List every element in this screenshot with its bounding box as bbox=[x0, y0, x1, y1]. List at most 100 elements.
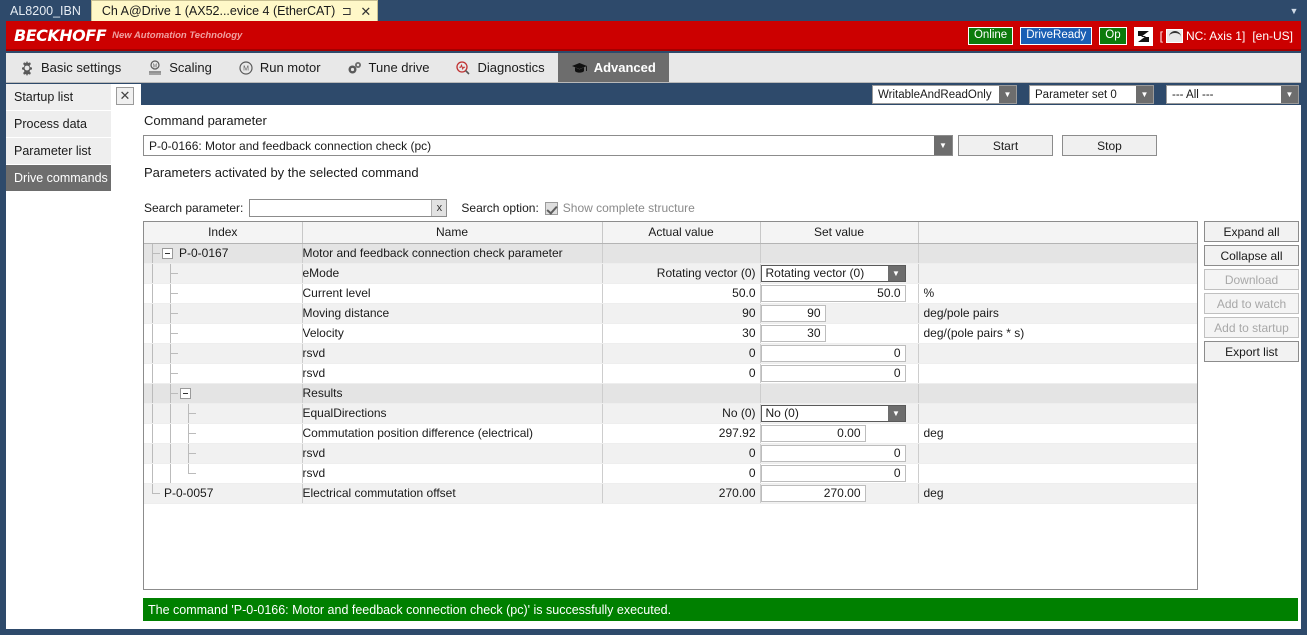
tab-run-motor[interactable]: M Run motor bbox=[225, 53, 334, 82]
tree-guide bbox=[162, 423, 180, 442]
cell-actual-value: 270.00 deg bbox=[601, 483, 760, 504]
chevron-down-icon: ▼ bbox=[887, 405, 905, 421]
chevron-down-icon[interactable]: ▼ bbox=[1287, 4, 1301, 18]
parameter-table[interactable]: Index Name Actual value Set value P-0-01… bbox=[143, 221, 1198, 590]
tree-guide bbox=[144, 283, 162, 302]
set-value-unit: deg/pole pairs bbox=[923, 306, 999, 320]
command-dropdown[interactable]: P-0-0166: Motor and feedback connection … bbox=[143, 135, 953, 156]
status-bar-message: The command 'P-0-0166: Motor and feedbac… bbox=[148, 602, 672, 617]
table-row[interactable]: Moving distance90deg/pole pairs90deg/pol… bbox=[144, 303, 1197, 324]
beckhoff-tagline: New Automation Technology bbox=[112, 29, 243, 41]
export-list-button[interactable]: Export list bbox=[1204, 341, 1299, 362]
add-to-startup-button: Add to startup bbox=[1204, 317, 1299, 338]
column-header-name[interactable]: Name bbox=[302, 222, 603, 244]
set-value-input[interactable]: 0.00 bbox=[761, 424, 866, 442]
set-value-input[interactable]: 0 bbox=[761, 364, 906, 382]
filter-group-dropdown[interactable]: --- All --- ▼ bbox=[1166, 85, 1299, 104]
cell-name: EqualDirections bbox=[301, 403, 602, 424]
close-icon[interactable]: ✕ bbox=[116, 87, 134, 105]
collapse-all-button[interactable]: Collapse all bbox=[1204, 245, 1299, 266]
status-indicator-group: Online DriveReady Op [ NC: Axis 1] [en-U… bbox=[967, 21, 1293, 51]
expand-all-button[interactable]: Expand all bbox=[1204, 221, 1299, 242]
cell-index bbox=[144, 383, 302, 404]
cell-index bbox=[144, 463, 302, 484]
actual-value-text: Rotating vector (0) bbox=[656, 266, 756, 280]
cell-unit: deg/pole pairs bbox=[917, 303, 1197, 324]
chevron-down-icon: ▼ bbox=[1136, 86, 1153, 103]
table-row[interactable]: eMode Rotating vector (0) Rotating vector … bbox=[144, 263, 1197, 284]
document-tab-al8200[interactable]: AL8200_IBN bbox=[0, 0, 91, 21]
table-row[interactable]: rsvd 0 0 bbox=[144, 443, 1197, 464]
table-row[interactable]: Results bbox=[144, 383, 1197, 404]
table-row[interactable]: Commutation position difference (electri… bbox=[144, 423, 1197, 444]
search-input[interactable] bbox=[250, 200, 432, 216]
set-value-input[interactable]: 30 bbox=[761, 324, 826, 342]
nc-axis-label: NC: Axis 1] bbox=[1185, 29, 1246, 43]
filter-parameter-set-dropdown[interactable]: Parameter set 0 ▼ bbox=[1029, 85, 1154, 104]
actual-value-text: 50.0 bbox=[732, 286, 756, 300]
start-button[interactable]: Start bbox=[958, 135, 1053, 156]
column-header-set-value[interactable]: Set value bbox=[760, 222, 919, 244]
actual-value-text: 297.92 bbox=[718, 426, 756, 440]
table-row[interactable]: rsvd 0 0 bbox=[144, 343, 1197, 364]
sidebar-item-process-data[interactable]: Process data bbox=[6, 111, 111, 138]
table-row[interactable]: Current level50.0%50.0% bbox=[144, 283, 1197, 304]
cell-actual-value: Rotating vector (0) bbox=[601, 263, 760, 284]
cell-index bbox=[144, 323, 302, 344]
tree-collapse-icon[interactable] bbox=[180, 387, 191, 399]
set-value-input[interactable]: 0 bbox=[761, 464, 906, 482]
chevron-down-icon: ▼ bbox=[999, 86, 1016, 103]
tab-scaling[interactable]: M Scaling bbox=[134, 53, 225, 82]
set-value-input[interactable]: 50.0 bbox=[761, 284, 906, 302]
table-row[interactable]: P-0-0167 Motor and feedback connection ch… bbox=[144, 243, 1197, 264]
document-tab-drive1[interactable]: Ch A@Drive 1 (AX52...evice 4 (EtherCAT) … bbox=[90, 0, 379, 21]
table-row[interactable]: rsvd 0 0 bbox=[144, 463, 1197, 484]
cell-actual-value: 90 deg/pole pairs bbox=[601, 303, 760, 324]
sidebar-item-drive-commands[interactable]: Drive commands bbox=[6, 165, 111, 192]
show-complete-structure-checkbox[interactable] bbox=[544, 201, 558, 215]
set-value-dropdown[interactable]: No (0) ▼ bbox=[761, 404, 906, 422]
table-action-buttons: Expand all Collapse all Download Add to … bbox=[1204, 221, 1299, 362]
actual-value-text: No (0) bbox=[722, 406, 756, 420]
set-value-input[interactable]: 270.00 bbox=[761, 484, 866, 502]
column-header-actual-value[interactable]: Actual value bbox=[602, 222, 761, 244]
tree-guide bbox=[162, 383, 180, 402]
table-row[interactable]: P-0-0057 Electrical commutation offset 270… bbox=[144, 483, 1197, 504]
tab-advanced[interactable]: Advanced bbox=[557, 53, 669, 82]
chevron-down-icon: ▼ bbox=[934, 136, 952, 155]
cell-unit bbox=[917, 243, 1197, 264]
clear-search-icon[interactable]: x bbox=[431, 200, 447, 216]
tab-tune-drive[interactable]: Tune drive bbox=[334, 53, 443, 82]
nc-bracket-open: [ bbox=[1159, 29, 1163, 43]
cell-index bbox=[144, 443, 302, 464]
tree-collapse-icon[interactable] bbox=[162, 247, 173, 259]
cell-index bbox=[144, 263, 302, 284]
sidebar-item-startup-list[interactable]: Startup list bbox=[6, 84, 111, 111]
table-row[interactable]: EqualDirections No (0) No (0) ▼ bbox=[144, 403, 1197, 424]
cell-actual-value: 0 bbox=[601, 463, 760, 484]
column-header-index[interactable]: Index bbox=[144, 222, 303, 244]
stop-button[interactable]: Stop bbox=[1062, 135, 1157, 156]
column-header-extra[interactable] bbox=[918, 222, 1197, 244]
actual-value-unit: % bbox=[760, 284, 761, 298]
sidebar-item-parameter-list[interactable]: Parameter list bbox=[6, 138, 111, 165]
pin-icon[interactable]: ⊐ bbox=[339, 5, 354, 17]
filter-access-dropdown[interactable]: WritableAndReadOnly ▼ bbox=[872, 85, 1017, 104]
table-row[interactable]: Velocity30deg/(pole pairs * s)30deg/(pol… bbox=[144, 323, 1197, 344]
search-option-label: Search option: bbox=[461, 201, 539, 215]
tab-diagnostics[interactable]: Diagnostics bbox=[442, 53, 557, 82]
nc-axis-indicator: [ NC: Axis 1] bbox=[1159, 29, 1246, 43]
cell-name: rsvd bbox=[301, 443, 602, 464]
set-value-dropdown[interactable]: Rotating vector (0) ▼ bbox=[761, 264, 906, 282]
table-row[interactable]: rsvd 0 0 bbox=[144, 363, 1197, 384]
set-value-input[interactable]: 90 bbox=[761, 304, 826, 322]
terminal-icon[interactable] bbox=[1133, 26, 1153, 46]
cell-set-value: Rotating vector (0) ▼ bbox=[759, 263, 918, 284]
actual-value-text: 0 bbox=[748, 366, 756, 380]
index-text: P-0-0057 bbox=[164, 486, 214, 500]
set-value-input[interactable]: 0 bbox=[761, 444, 906, 462]
set-value-input[interactable]: 0 bbox=[761, 344, 906, 362]
tab-basic-settings[interactable]: Basic settings bbox=[6, 53, 134, 82]
close-icon[interactable]: ✕ bbox=[358, 5, 373, 18]
tab-label: Tune drive bbox=[368, 60, 430, 75]
